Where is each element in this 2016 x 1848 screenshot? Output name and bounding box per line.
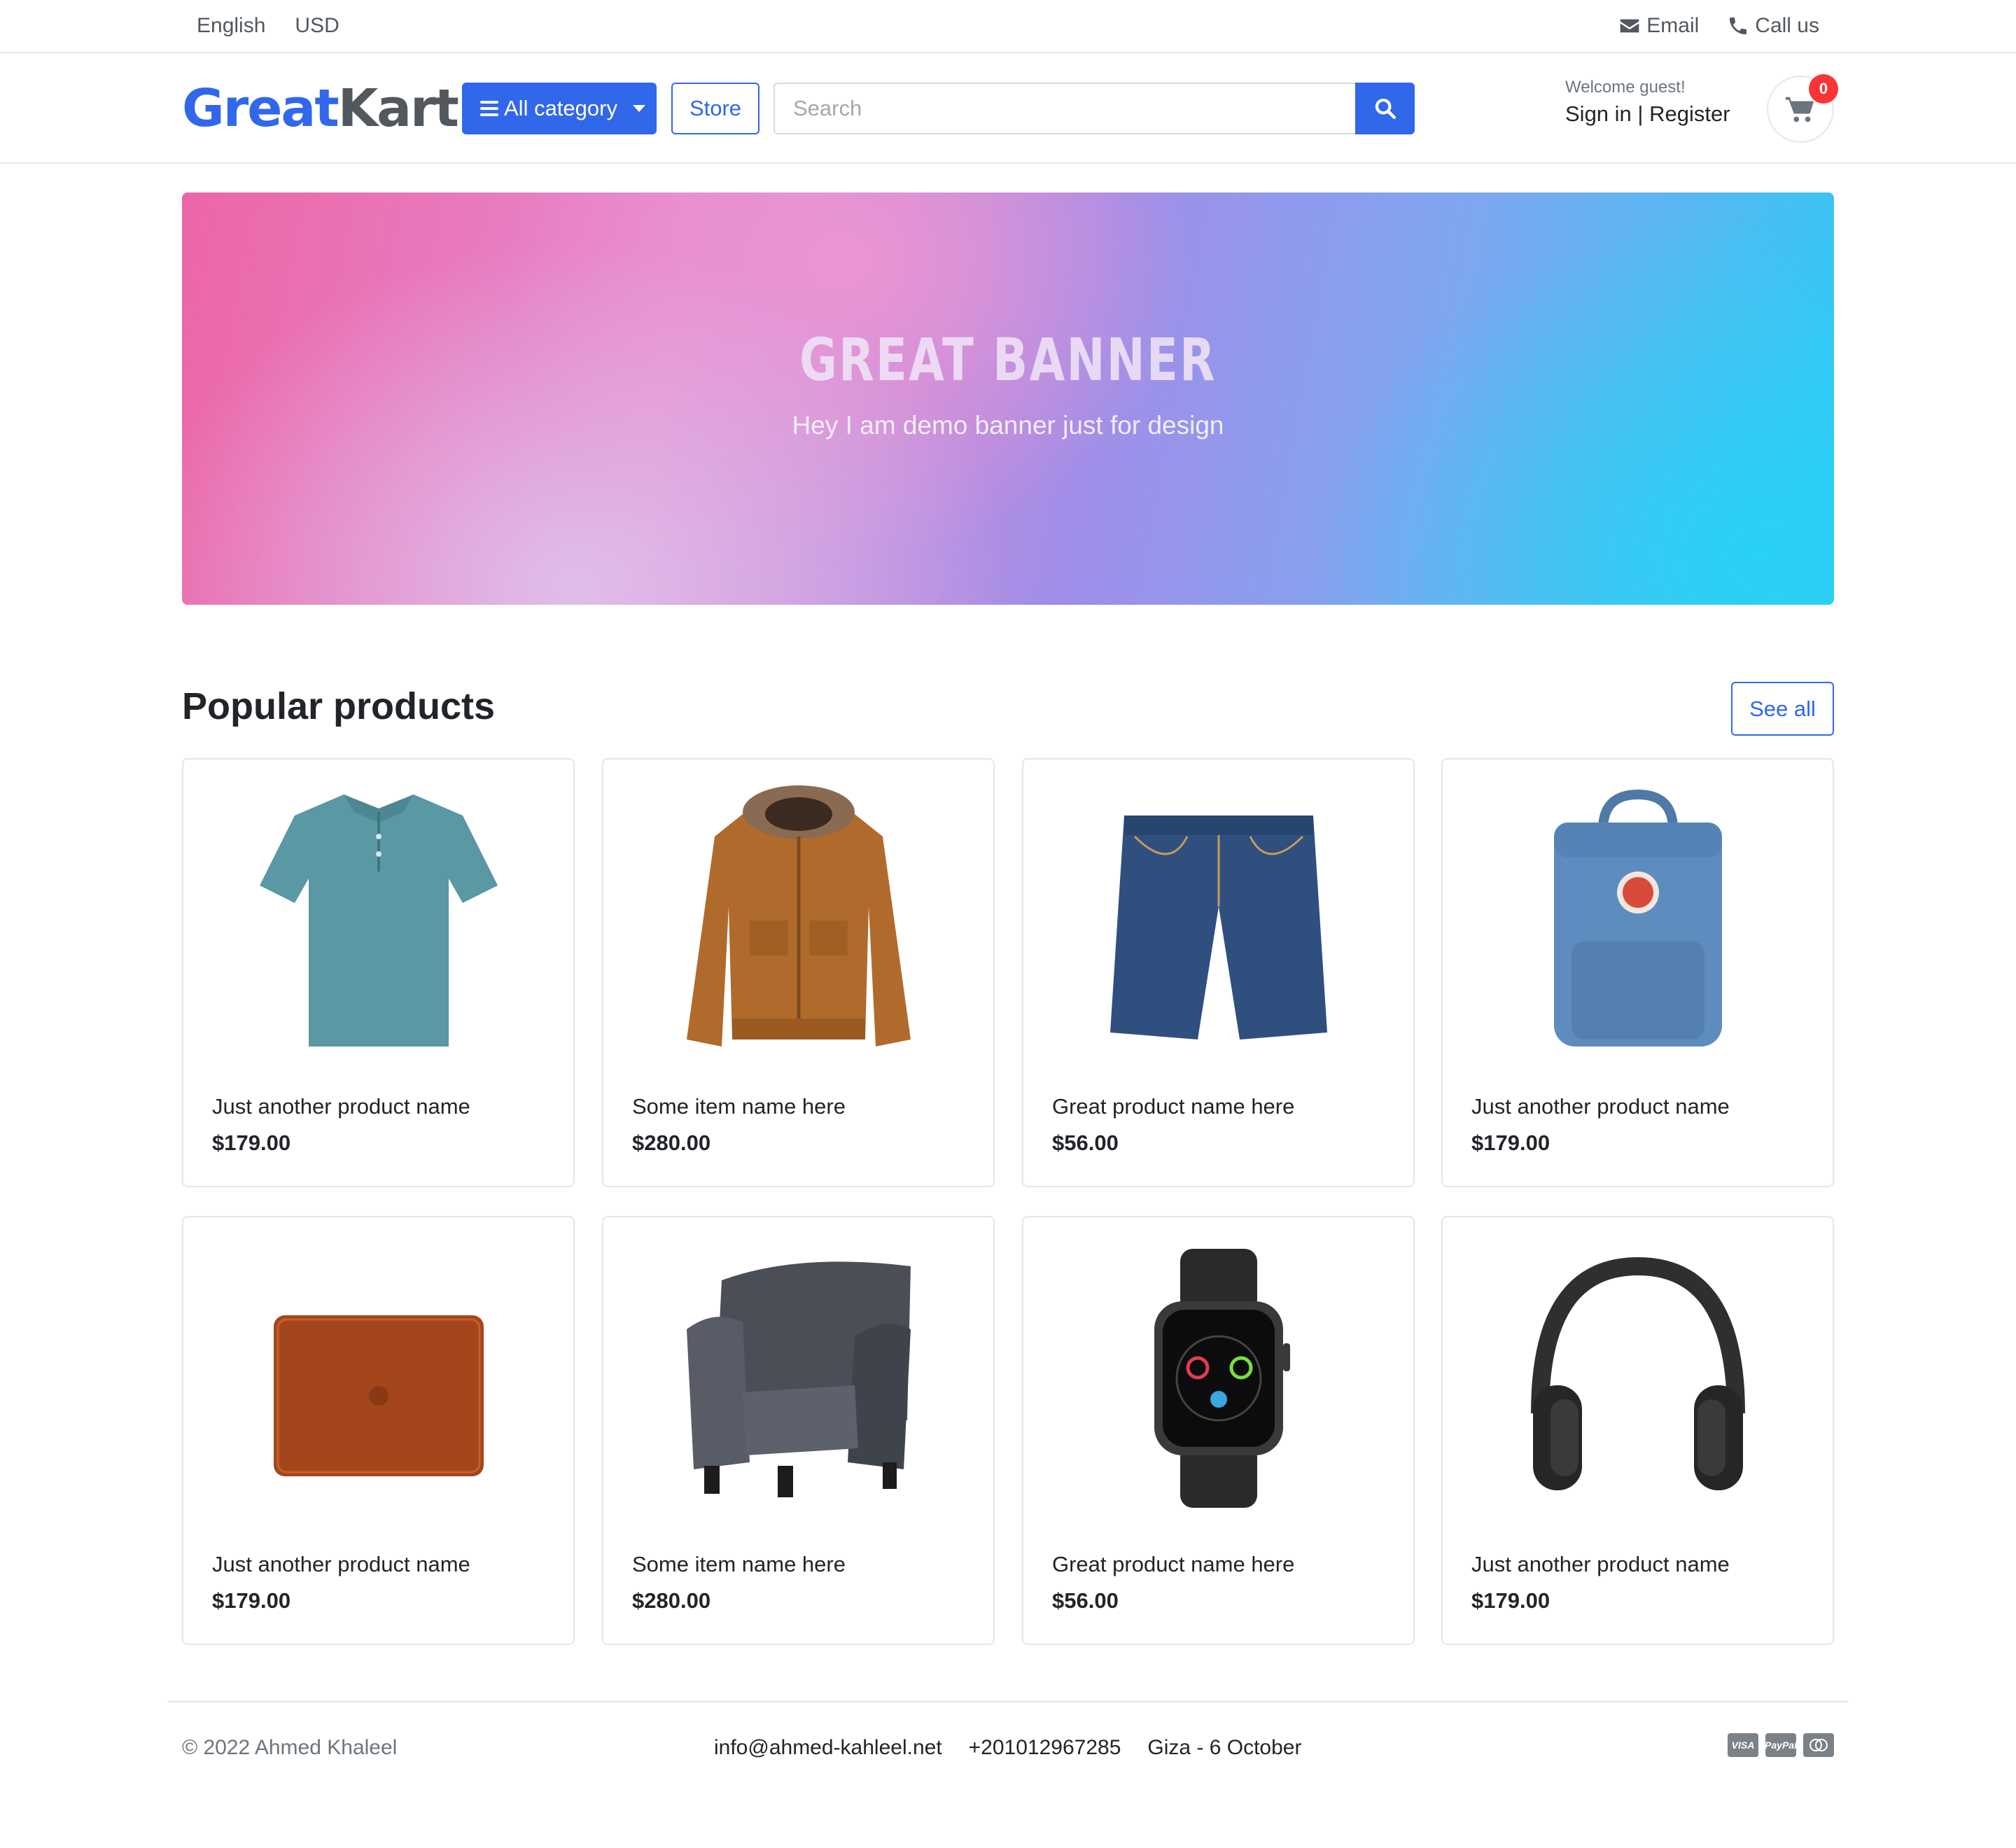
product-card[interactable]: Just another product name $179.00 <box>182 1216 575 1645</box>
jacket-icon <box>686 785 911 1046</box>
product-card[interactable]: Just another product name $179.00 <box>182 758 575 1187</box>
product-card[interactable]: Some item name here $280.00 <box>602 758 995 1187</box>
logo-great: Great <box>182 78 340 139</box>
product-image <box>1443 1217 1833 1539</box>
search-input[interactable] <box>774 83 1355 134</box>
product-name: Great product name here <box>1052 1552 1295 1576</box>
polo-shirt-icon <box>259 794 498 1046</box>
search-bar <box>774 83 1415 134</box>
welcome-text: Welcome guest! <box>1565 78 1686 97</box>
sign-in-link[interactable]: Sign in <box>1565 102 1632 126</box>
mastercard-icon <box>1803 1733 1834 1757</box>
copyright-text: © 2022 Ahmed Khaleel <box>182 1736 398 1759</box>
user-welcome: Welcome guest! Sign in | Register <box>1565 76 1730 129</box>
product-card[interactable]: Just another product name $179.00 <box>1441 758 1834 1187</box>
product-image <box>1023 760 1413 1082</box>
hero-banner: GREAT BANNER Hey I am demo banner just f… <box>182 192 1834 605</box>
headphones-icon <box>1530 1256 1745 1490</box>
product-name: Some item name here <box>632 1552 846 1576</box>
all-category-label: All category <box>504 96 617 120</box>
banner-title: GREAT BANNER <box>799 326 1217 394</box>
topbar-left: English USD <box>197 14 340 38</box>
product-image <box>183 1217 573 1539</box>
armchair-icon <box>686 1261 911 1497</box>
banner-subtitle: Hey I am demo banner just for design <box>792 411 1224 440</box>
product-price: $179.00 <box>1471 1130 1550 1155</box>
product-name: Just another product name <box>212 1094 470 1119</box>
caret-down-icon <box>632 105 645 112</box>
phone-icon <box>1730 18 1747 34</box>
logo-kart: Kart <box>337 78 459 139</box>
product-card[interactable]: Just another product name $179.00 <box>1441 1216 1834 1645</box>
product-image <box>603 760 993 1082</box>
register-link[interactable]: Register <box>1649 102 1730 126</box>
language-selector[interactable]: English <box>197 14 265 38</box>
product-name: Just another product name <box>1471 1094 1730 1119</box>
email-link-label: Email <box>1646 14 1700 37</box>
popular-products-title: Popular products <box>182 685 496 727</box>
product-name: Just another product name <box>1471 1552 1730 1576</box>
product-name: Some item name here <box>632 1094 846 1119</box>
see-all-button[interactable]: See all <box>1731 682 1834 736</box>
footer-contact: info@ahmed-kahleel.net +201012967285 Giz… <box>714 1736 1301 1760</box>
auth-links: Sign in | Register <box>1565 99 1730 129</box>
smartwatch-icon <box>1154 1249 1290 1508</box>
email-link[interactable]: Email <box>1618 14 1699 38</box>
footer-phone[interactable]: +201012967285 <box>969 1736 1121 1760</box>
product-image <box>1443 760 1833 1082</box>
backpack-icon <box>1553 789 1722 1046</box>
cart-count-badge: 0 <box>1809 74 1838 104</box>
product-card[interactable]: Great product name here $56.00 <box>1022 758 1415 1187</box>
footer-email[interactable]: info@ahmed-kahleel.net <box>714 1736 942 1760</box>
search-button[interactable] <box>1355 83 1415 134</box>
footer-address: Giza - 6 October <box>1147 1736 1302 1759</box>
topbar-right: Email Call us <box>1618 14 1819 38</box>
envelope-icon <box>1620 19 1639 33</box>
laptop-sleeve-icon <box>273 1315 484 1476</box>
product-card[interactable]: Some item name here $280.00 <box>602 1216 995 1645</box>
call-us-label: Call us <box>1755 14 1819 37</box>
product-price: $280.00 <box>632 1130 711 1155</box>
product-price: $179.00 <box>212 1130 291 1155</box>
product-name: Great product name here <box>1052 1094 1295 1119</box>
payment-methods: VISA PayPal <box>1728 1733 1834 1757</box>
product-price: $280.00 <box>632 1588 711 1613</box>
visa-icon: VISA <box>1728 1733 1758 1757</box>
product-name: Just another product name <box>212 1552 470 1576</box>
product-image <box>1023 1217 1413 1539</box>
product-image <box>603 1217 993 1539</box>
search-icon <box>1375 98 1396 120</box>
product-card[interactable]: Great product name here $56.00 <box>1022 1216 1415 1645</box>
product-image <box>183 760 573 1082</box>
cart-button[interactable]: 0 <box>1767 74 1838 143</box>
top-bar: English USD Email Call us <box>0 0 2016 53</box>
call-us-link[interactable]: Call us <box>1727 14 1819 38</box>
menu-icon <box>480 101 498 116</box>
brand-logo[interactable]: GreatKart <box>182 77 459 140</box>
product-price: $56.00 <box>1052 1588 1119 1613</box>
all-category-button[interactable]: All category <box>462 83 657 134</box>
product-price: $56.00 <box>1052 1130 1119 1155</box>
auth-separator: | <box>1631 102 1650 126</box>
denim-shorts-icon <box>1110 816 1327 1040</box>
main-header: GreatKart All category Store Welcome gue… <box>0 55 2016 164</box>
site-footer: © 2022 Ahmed Khaleel info@ahmed-kahleel.… <box>168 1701 1848 1759</box>
store-button[interactable]: Store <box>671 83 760 134</box>
product-price: $179.00 <box>212 1588 291 1613</box>
paypal-icon: PayPal <box>1765 1733 1797 1757</box>
product-price: $179.00 <box>1471 1588 1550 1613</box>
currency-selector[interactable]: USD <box>295 14 339 38</box>
